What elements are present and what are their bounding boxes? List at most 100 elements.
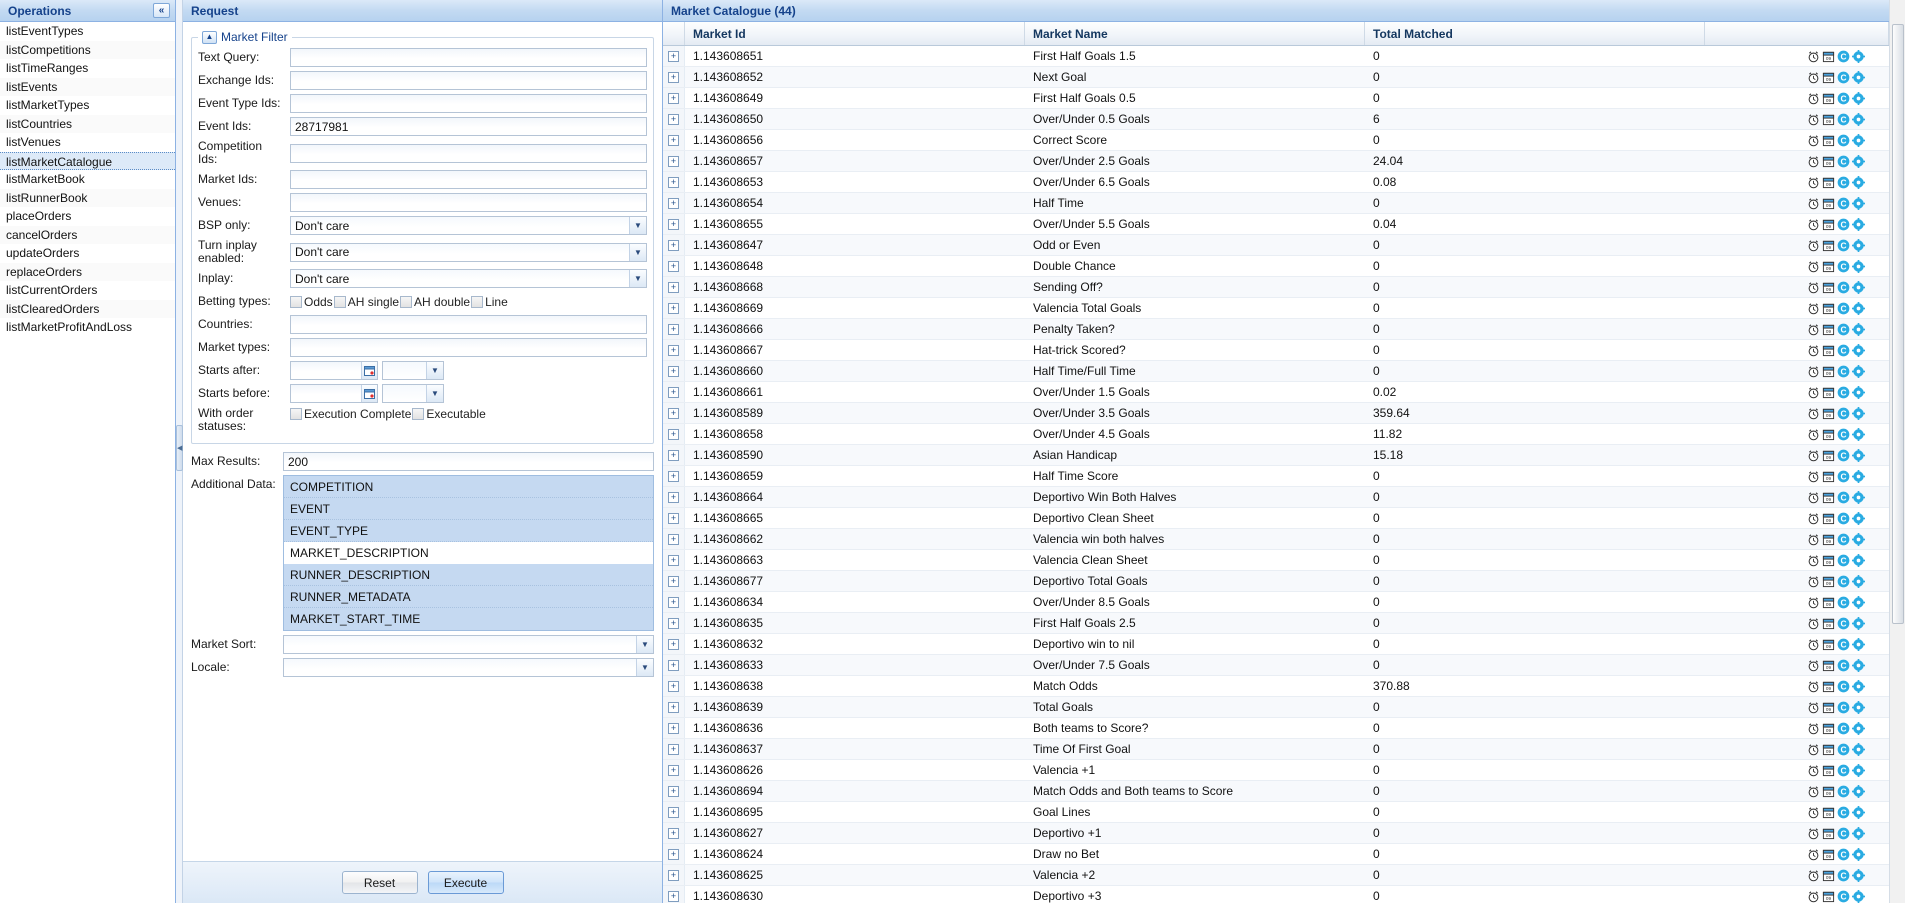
plus-expander-icon[interactable]: + (668, 680, 679, 692)
competition-ids-input[interactable] (290, 143, 647, 163)
inplay-select[interactable]: Don't care ▼ (290, 269, 647, 288)
table-row[interactable]: +1.143608589 Over/Under 3.5 Goals 359.64 09… (663, 403, 1889, 424)
gear-icon[interactable] (1851, 469, 1865, 483)
table-row[interactable]: +1.143608656 Correct Score 0 09 C (663, 130, 1889, 151)
table-row[interactable]: +1.143608632 Deportivo win to nil 0 09 C (663, 634, 1889, 655)
table-row[interactable]: +1.143608663 Valencia Clean Sheet 0 09 C (663, 550, 1889, 571)
table-row[interactable]: +1.143608669 Valencia Total Goals 0 09 C (663, 298, 1889, 319)
gear-icon[interactable] (1851, 70, 1865, 84)
alarm-clock-icon[interactable] (1806, 469, 1820, 483)
chevron-down-icon[interactable]: ▼ (629, 217, 646, 234)
chart-c-icon[interactable]: C (1836, 658, 1850, 672)
gear-icon[interactable] (1851, 112, 1865, 126)
gear-icon[interactable] (1851, 196, 1865, 210)
table-row[interactable]: +1.143608590 Asian Handicap 15.18 09 C (663, 445, 1889, 466)
column-header-total-matched-column[interactable]: Total Matched (1365, 22, 1705, 45)
calendar-icon[interactable]: 09 (1821, 826, 1835, 840)
chart-c-icon[interactable]: C (1836, 217, 1850, 231)
calendar-icon[interactable]: 09 (1821, 70, 1835, 84)
alarm-clock-icon[interactable] (1806, 427, 1820, 441)
chart-c-icon[interactable]: C (1836, 721, 1850, 735)
table-row[interactable]: +1.143608664 Deportivo Win Both Halves 0 09… (663, 487, 1889, 508)
calendar-icon[interactable]: 09 (1821, 742, 1835, 756)
plus-expander-icon[interactable]: + (668, 827, 679, 839)
plus-expander-icon[interactable]: + (668, 596, 679, 608)
checkbox-odds[interactable] (290, 295, 302, 308)
calendar-icon[interactable]: 09 (1821, 280, 1835, 294)
results-vertical-scrollbar[interactable] (1889, 0, 1905, 903)
sidebar-item-listcompetitions[interactable]: listCompetitions (0, 40, 175, 59)
starts-after-time-select[interactable]: ▼ (382, 361, 444, 380)
plus-expander-icon[interactable]: + (668, 848, 679, 860)
alarm-clock-icon[interactable] (1806, 574, 1820, 588)
table-row[interactable]: +1.143608630 Deportivo +3 0 09 C (663, 886, 1889, 903)
gear-icon[interactable] (1851, 385, 1865, 399)
gear-icon[interactable] (1851, 784, 1865, 798)
sidebar-item-listvenues[interactable]: listVenues (0, 133, 175, 152)
gear-icon[interactable] (1851, 91, 1865, 105)
plus-expander-icon[interactable]: + (668, 281, 679, 293)
table-row[interactable]: +1.143608694 Match Odds and Both teams to… (663, 781, 1889, 802)
chevron-down-icon[interactable]: ▼ (636, 659, 653, 676)
chart-c-icon[interactable]: C (1836, 679, 1850, 693)
column-header-market-name-column[interactable]: Market Name (1025, 22, 1365, 45)
gear-icon[interactable] (1851, 343, 1865, 357)
chart-c-icon[interactable]: C (1836, 595, 1850, 609)
alarm-clock-icon[interactable] (1806, 826, 1820, 840)
alarm-clock-icon[interactable] (1806, 448, 1820, 462)
alarm-clock-icon[interactable] (1806, 175, 1820, 189)
starts-before-time-select[interactable]: ▼ (382, 384, 444, 403)
checkbox-ah-single[interactable] (333, 295, 346, 308)
plus-expander-icon[interactable]: + (668, 113, 679, 125)
gear-icon[interactable] (1851, 574, 1865, 588)
gear-icon[interactable] (1851, 301, 1865, 315)
table-row[interactable]: +1.143608635 First Half Goals 2.5 0 09 C (663, 613, 1889, 634)
plus-expander-icon[interactable]: + (668, 239, 679, 251)
chart-c-icon[interactable]: C (1836, 70, 1850, 84)
gear-icon[interactable] (1851, 658, 1865, 672)
sidebar-item-listevents[interactable]: listEvents (0, 77, 175, 96)
calendar-icon[interactable]: 09 (1821, 616, 1835, 630)
alarm-clock-icon[interactable] (1806, 70, 1820, 84)
calendar-icon[interactable]: 09 (1821, 385, 1835, 399)
plus-expander-icon[interactable]: + (668, 134, 679, 146)
gear-icon[interactable] (1851, 133, 1865, 147)
chart-c-icon[interactable]: C (1836, 364, 1850, 378)
plus-expander-icon[interactable]: + (668, 554, 679, 566)
table-row[interactable]: +1.143608626 Valencia +1 0 09 C (663, 760, 1889, 781)
gear-icon[interactable] (1851, 154, 1865, 168)
alarm-clock-icon[interactable] (1806, 259, 1820, 273)
calendar-icon[interactable]: 09 (1821, 868, 1835, 882)
sidebar-item-listeventtypes[interactable]: listEventTypes (0, 22, 175, 41)
alarm-clock-icon[interactable] (1806, 784, 1820, 798)
chart-c-icon[interactable]: C (1836, 574, 1850, 588)
chart-c-icon[interactable]: C (1836, 385, 1850, 399)
calendar-icon[interactable]: 09 (1821, 49, 1835, 63)
chevron-down-icon[interactable]: ▼ (426, 385, 443, 402)
gear-icon[interactable] (1851, 427, 1865, 441)
table-row[interactable]: +1.143608636 Both teams to Score? 0 09 C (663, 718, 1889, 739)
chart-c-icon[interactable]: C (1836, 805, 1850, 819)
starts-after-date-input[interactable] (290, 361, 378, 380)
sidebar-item-listclearedorders[interactable]: listClearedOrders (0, 299, 175, 318)
gear-icon[interactable] (1851, 700, 1865, 714)
countries-input[interactable] (290, 315, 647, 334)
gear-icon[interactable] (1851, 490, 1865, 504)
plus-expander-icon[interactable]: + (668, 449, 679, 461)
chart-c-icon[interactable]: C (1836, 847, 1850, 861)
plus-expander-icon[interactable]: + (668, 71, 679, 83)
calendar-icon[interactable]: 09 (1821, 133, 1835, 147)
plus-expander-icon[interactable]: + (668, 806, 679, 818)
table-row[interactable]: +1.143608677 Deportivo Total Goals 0 09 C (663, 571, 1889, 592)
plus-expander-icon[interactable]: + (668, 722, 679, 734)
alarm-clock-icon[interactable] (1806, 217, 1820, 231)
additional-data-item-runner_description[interactable]: RUNNER_DESCRIPTION (284, 564, 653, 586)
gear-icon[interactable] (1851, 637, 1865, 651)
gear-icon[interactable] (1851, 868, 1865, 882)
chart-c-icon[interactable]: C (1836, 742, 1850, 756)
sidebar-item-updateorders[interactable]: updateOrders (0, 244, 175, 263)
additional-data-item-competition[interactable]: COMPETITION (284, 476, 653, 498)
chevron-down-icon[interactable]: ▼ (629, 243, 646, 261)
gear-icon[interactable] (1851, 847, 1865, 861)
calendar-icon[interactable]: 09 (1821, 322, 1835, 336)
